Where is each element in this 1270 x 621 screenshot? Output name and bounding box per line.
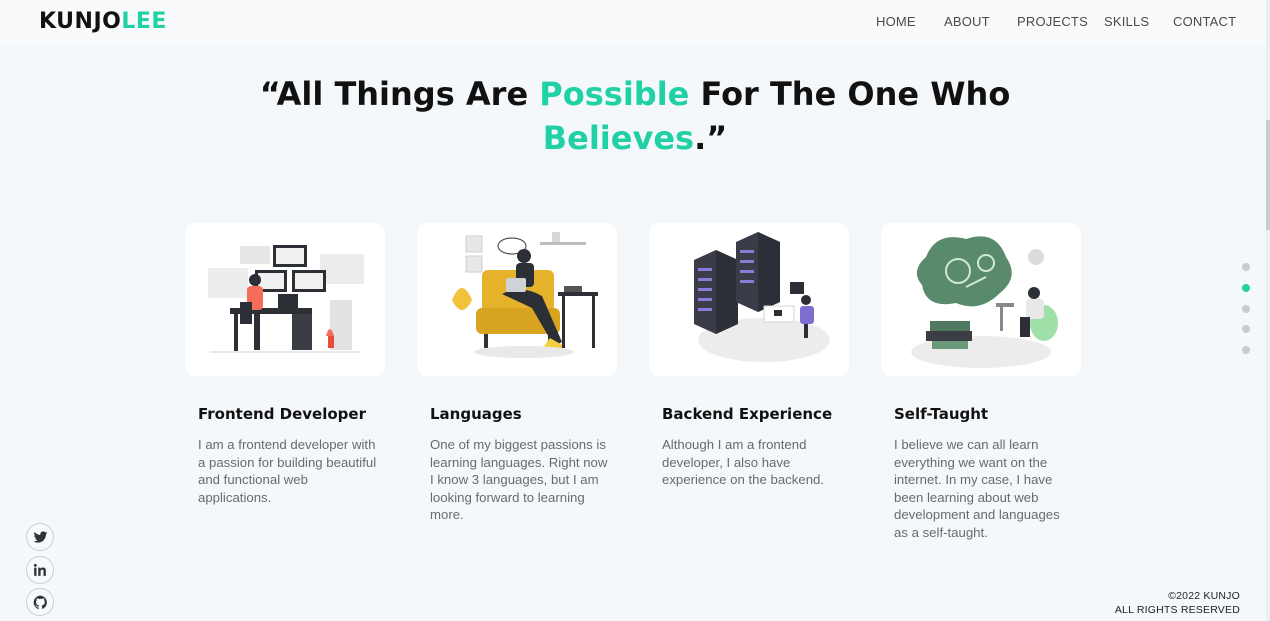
section-dots bbox=[1242, 263, 1252, 367]
nav-skills[interactable]: SKILLS bbox=[1104, 14, 1149, 29]
card-title: Languages bbox=[430, 405, 522, 423]
copyright-line: ©2022 KUNJO bbox=[1168, 590, 1240, 602]
nav-contact[interactable]: CONTACT bbox=[1173, 14, 1236, 29]
section-dot[interactable] bbox=[1242, 304, 1250, 313]
quote-highlight-believes: Believes bbox=[542, 119, 695, 157]
self-study-illustration bbox=[911, 236, 1058, 368]
logo-part-1: KUNJO bbox=[39, 9, 122, 34]
quote-highlight-possible: Possible bbox=[539, 75, 690, 113]
card-description: Although I am a frontend developer, I al… bbox=[662, 437, 825, 488]
page: KUNJOLEE HOME ABOUT PROJECTS SKILLS CONT… bbox=[0, 0, 1270, 621]
github-icon bbox=[33, 595, 47, 609]
card-backend: Backend Experience Although I am a front… bbox=[649, 223, 849, 489]
linkedin-link[interactable] bbox=[26, 555, 54, 584]
page-scrollbar[interactable] bbox=[1266, 0, 1270, 621]
section-dot[interactable] bbox=[1242, 263, 1250, 271]
hero-quote: “All Things Are Possible For The One Who… bbox=[250, 72, 1020, 160]
section-dot[interactable] bbox=[1242, 325, 1250, 334]
card-languages: Languages One of my biggest passions is … bbox=[417, 223, 617, 524]
twitter-link[interactable] bbox=[26, 523, 54, 551]
card-description: I am a frontend developer with a passion… bbox=[198, 437, 377, 505]
person-on-sofa-laptop-illustration bbox=[452, 231, 598, 358]
card-description: One of my biggest passions is learning l… bbox=[430, 437, 608, 523]
quote-close: .” bbox=[694, 119, 728, 157]
card-title: Self-Taught bbox=[894, 405, 989, 423]
card-image-backend bbox=[649, 223, 849, 376]
nav-home[interactable]: HOME bbox=[876, 14, 916, 29]
card-image-self-taught bbox=[881, 223, 1081, 376]
card-self-taught: Self-Taught I believe we can all learn e… bbox=[881, 223, 1081, 542]
footer-copyright: ©2022 KUNJO ALL RIGHTS RESERVED bbox=[1115, 589, 1240, 617]
linkedin-icon bbox=[33, 563, 46, 576]
quote-mid: For The One Who bbox=[689, 75, 1011, 113]
section-dot-active[interactable] bbox=[1242, 283, 1250, 292]
section-dot[interactable] bbox=[1242, 346, 1250, 355]
quote-open: “All Things Are bbox=[259, 75, 540, 113]
rights-line: ALL RIGHTS RESERVED bbox=[1114, 604, 1240, 616]
card-title: Frontend Developer bbox=[198, 405, 366, 423]
card-image-languages bbox=[417, 223, 617, 376]
twitter-icon bbox=[33, 530, 47, 543]
logo-part-2: LEE bbox=[121, 9, 167, 34]
social-links bbox=[26, 523, 54, 621]
card-title: Backend Experience bbox=[662, 405, 833, 423]
top-navbar: KUNJOLEE HOME ABOUT PROJECTS SKILLS CONT… bbox=[0, 0, 1270, 46]
card-frontend: Frontend Developer I am a frontend devel… bbox=[185, 223, 385, 506]
scrollbar-thumb[interactable] bbox=[1266, 120, 1270, 230]
nav-about[interactable]: ABOUT bbox=[944, 14, 990, 29]
card-description: I believe we can all learn everything we… bbox=[894, 437, 1060, 540]
developer-at-desk-illustration bbox=[208, 244, 364, 353]
site-logo[interactable]: KUNJOLEE bbox=[39, 9, 167, 35]
server-racks-illustration bbox=[694, 231, 830, 362]
card-image-frontend bbox=[185, 223, 385, 376]
nav-projects[interactable]: PROJECTS bbox=[1017, 14, 1088, 29]
github-link[interactable] bbox=[26, 588, 54, 616]
